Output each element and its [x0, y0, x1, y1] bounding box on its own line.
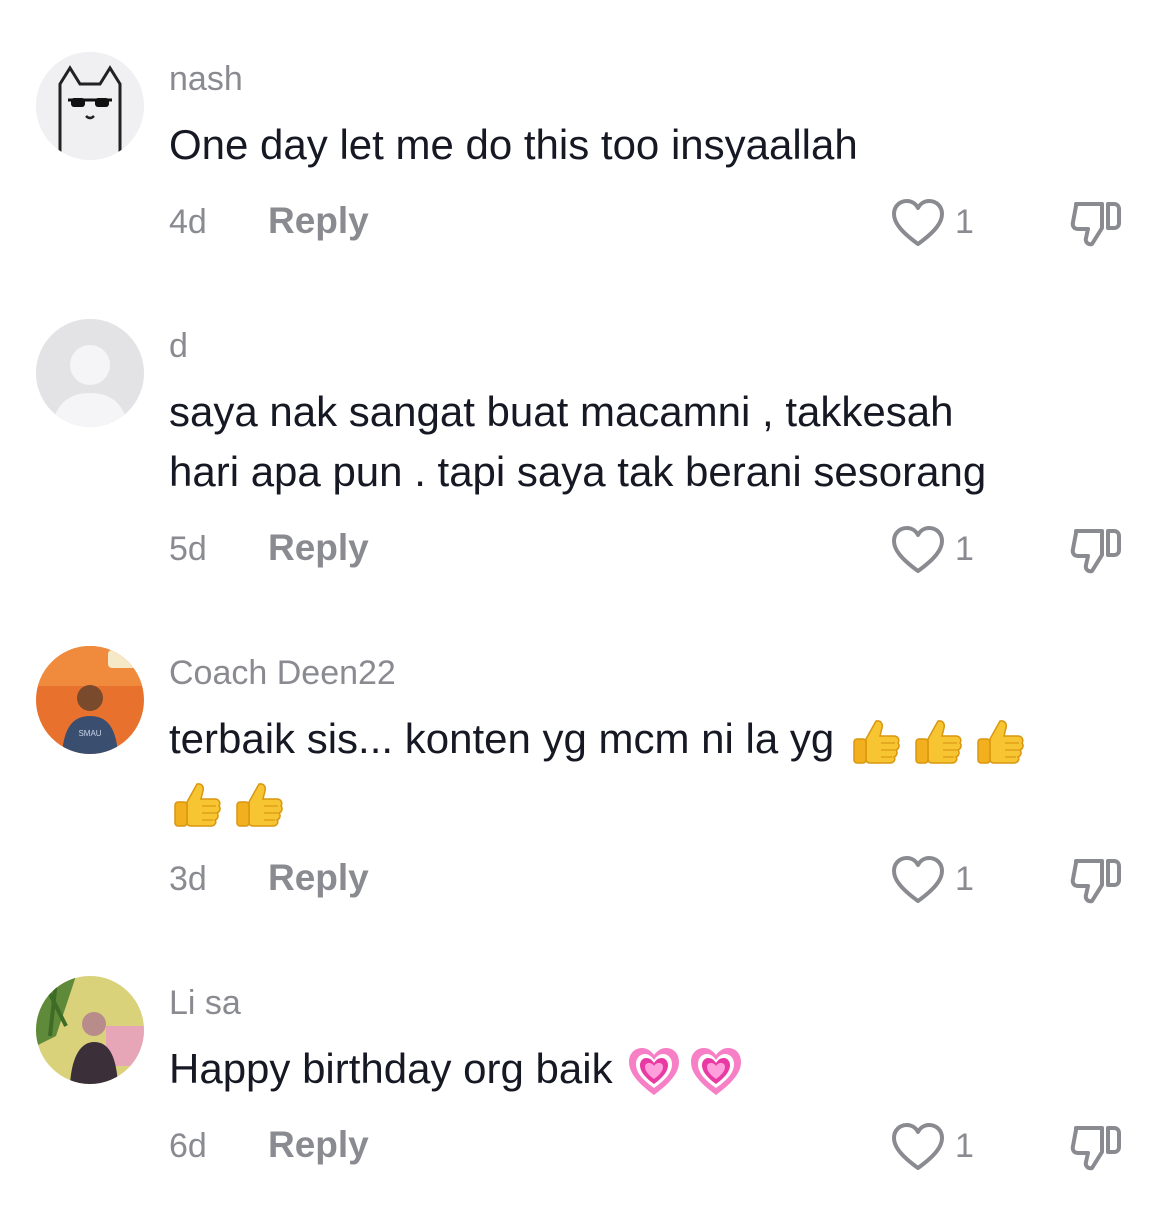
cat-sunglasses-icon — [36, 52, 144, 160]
like-count: 1 — [955, 203, 974, 241]
comment-text: terbaik sis... konten yg mcm ni la yg — [169, 709, 1026, 769]
comment-text-line: Happy birthday org baik — [169, 1045, 613, 1092]
like-count: 1 — [955, 530, 974, 568]
username[interactable]: d — [169, 327, 188, 366]
avatar[interactable]: SMAU — [36, 646, 144, 754]
growing-heart-icon — [689, 1045, 743, 1099]
thumbs-up-icon — [848, 715, 902, 769]
comment-age: 6d — [169, 1127, 207, 1165]
reply-button[interactable]: Reply — [268, 527, 369, 569]
comment-age: 5d — [169, 530, 207, 568]
woman-photo-icon — [36, 976, 144, 1084]
reply-button[interactable]: Reply — [268, 857, 369, 899]
dislike-thumb-down-icon[interactable] — [1068, 525, 1124, 577]
like-heart-icon[interactable] — [890, 525, 946, 575]
svg-text:SMAU: SMAU — [78, 729, 101, 738]
comment-text — [169, 772, 285, 832]
thumbs-up-icon — [231, 778, 285, 832]
reply-button[interactable]: Reply — [268, 200, 369, 242]
dislike-thumb-down-icon[interactable] — [1068, 1122, 1124, 1174]
comment-age: 3d — [169, 860, 207, 898]
username[interactable]: nash — [169, 60, 243, 99]
default-avatar-icon — [36, 319, 144, 427]
man-photo-icon: SMAU — [36, 646, 144, 754]
like-heart-icon[interactable] — [890, 198, 946, 248]
comment-text: saya nak sangat buat macamni , takkesah — [169, 388, 954, 435]
like-count: 1 — [955, 1127, 974, 1165]
comment-text-line: terbaik sis... konten yg mcm ni la yg — [169, 715, 835, 762]
growing-heart-icon — [627, 1045, 681, 1099]
avatar[interactable] — [36, 319, 144, 427]
comment-text: Happy birthday org baik — [169, 1039, 743, 1099]
thumbs-up-icon — [169, 778, 223, 832]
like-count: 1 — [955, 860, 974, 898]
comment-text: hari apa pun . tapi saya tak berani seso… — [169, 448, 987, 495]
username[interactable]: Coach Deen22 — [169, 654, 396, 693]
dislike-thumb-down-icon[interactable] — [1068, 198, 1124, 250]
avatar[interactable] — [36, 52, 144, 160]
reply-button[interactable]: Reply — [268, 1124, 369, 1166]
avatar[interactable] — [36, 976, 144, 1084]
comment-text: One day let me do this too insyaallah — [169, 121, 858, 168]
thumbs-up-icon — [972, 715, 1026, 769]
like-heart-icon[interactable] — [890, 855, 946, 905]
username[interactable]: Li sa — [169, 984, 241, 1023]
thumbs-up-icon — [910, 715, 964, 769]
dislike-thumb-down-icon[interactable] — [1068, 855, 1124, 907]
like-heart-icon[interactable] — [890, 1122, 946, 1172]
comment-age: 4d — [169, 203, 207, 241]
